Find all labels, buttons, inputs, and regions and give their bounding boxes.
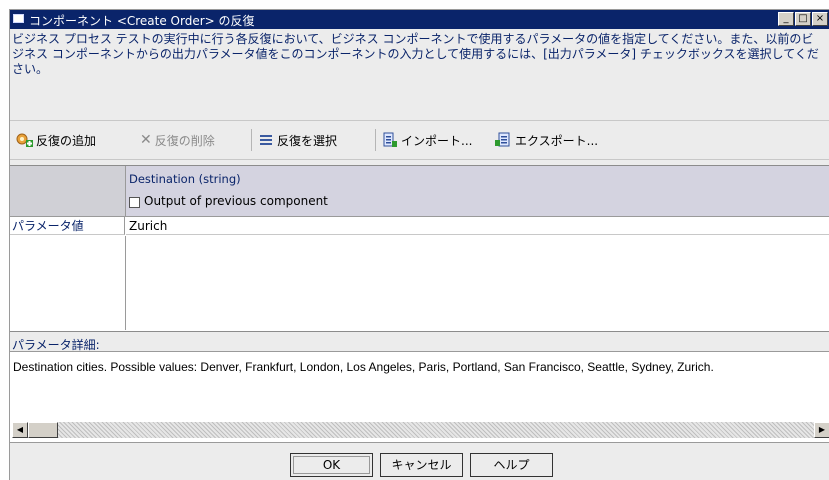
delete-iteration-label: 反復の削除: [154, 133, 215, 148]
empty-row-header: [10, 236, 126, 330]
toolbar: 反復の追加 ✕ 反復の削除 反復を選択 インポート... エクスポート...: [10, 120, 829, 160]
parameter-details-text: Destination cities. Possible values: Den…: [13, 360, 714, 374]
select-iteration-label: 反復を選択: [277, 133, 338, 148]
toolbar-divider: [251, 129, 252, 151]
list-icon: [260, 135, 272, 145]
ok-label: OK: [322, 458, 341, 472]
instructions-text: ビジネス プロセス テストの実行中に行う各反復において、ビジネス コンポーネント…: [12, 32, 819, 76]
export-button[interactable]: エクスポート...: [494, 131, 598, 149]
window-icon: [13, 14, 24, 23]
cancel-button[interactable]: キャンセル: [380, 453, 463, 477]
scroll-thumb[interactable]: [28, 422, 58, 438]
column-name: Destination (string): [129, 172, 241, 186]
close-button[interactable]: ×: [812, 12, 828, 26]
iterations-grid: Destination (string) Output of previous …: [10, 165, 829, 332]
import-label: インポート...: [401, 133, 473, 148]
output-previous-checkbox[interactable]: [129, 197, 140, 208]
horizontal-scrollbar[interactable]: ◀ ▶: [12, 422, 829, 438]
add-iteration-icon: [16, 133, 33, 147]
grid-corner-cell: [10, 166, 126, 217]
window-title: コンポーネント <Create Order> の反復: [29, 14, 255, 28]
scroll-track[interactable]: [28, 422, 814, 438]
delete-x-icon: ✕: [140, 132, 152, 148]
minimize-button[interactable]: _: [778, 12, 794, 26]
column-header-destination[interactable]: Destination (string) Output of previous …: [126, 166, 829, 217]
scroll-right-icon[interactable]: ▶: [814, 422, 829, 438]
select-iteration-button[interactable]: 反復を選択: [259, 131, 337, 149]
add-iteration-label: 反復の追加: [36, 133, 97, 148]
row-header-parameter-value[interactable]: パラメータ値: [10, 217, 125, 235]
add-iteration-button[interactable]: 反復の追加: [16, 131, 96, 149]
cancel-label: キャンセル: [391, 458, 452, 472]
ok-button[interactable]: OK: [290, 453, 373, 477]
import-icon: [383, 132, 397, 147]
export-label: エクスポート...: [515, 133, 599, 148]
destination-value-cell[interactable]: Zurich: [126, 217, 829, 235]
delete-iteration-button[interactable]: ✕ 反復の削除: [140, 131, 215, 149]
import-button[interactable]: インポート...: [382, 131, 472, 149]
output-previous-label: Output of previous component: [144, 194, 328, 208]
help-label: ヘルプ: [493, 458, 530, 472]
maximize-button[interactable]: □: [795, 12, 811, 26]
export-icon: [495, 132, 510, 147]
scroll-left-icon[interactable]: ◀: [12, 422, 28, 438]
help-button[interactable]: ヘルプ: [470, 453, 553, 477]
toolbar-divider: [375, 129, 376, 151]
dialog-window: コンポーネント <Create Order> の反復 _ □ × ビジネス プロ…: [9, 9, 829, 480]
title-bar[interactable]: コンポーネント <Create Order> の反復 _ □ ×: [10, 10, 829, 29]
